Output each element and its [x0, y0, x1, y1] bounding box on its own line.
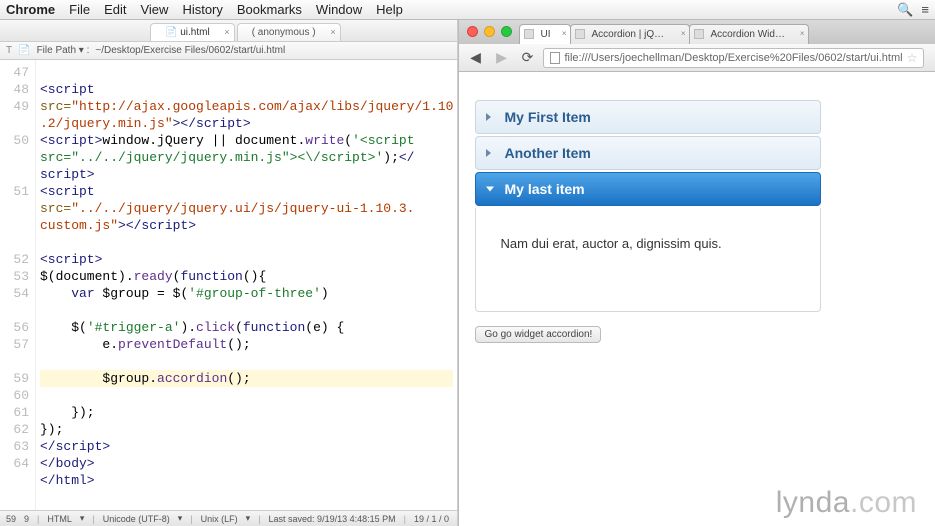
accordion-title: Another Item: [504, 145, 590, 161]
chrome-tab-label: Accordion | jQuery UI: [591, 29, 686, 40]
status-lang[interactable]: HTML: [47, 514, 72, 524]
reload-button[interactable]: ⟳: [517, 49, 537, 67]
chrome-tab-label: UI: [540, 29, 550, 40]
editor-tabs: 📄 ui.html × ( anonymous ) ×: [0, 20, 457, 42]
forward-button[interactable]: ▶: [491, 49, 511, 67]
accordion-header-2[interactable]: Another Item: [475, 136, 821, 170]
window-zoom-button[interactable]: [501, 26, 512, 37]
chevron-right-icon: [486, 149, 491, 157]
watermark-suffix: .com: [850, 486, 917, 519]
chrome-tab-accordion-jqueryui[interactable]: Accordion | jQuery UI ×: [570, 24, 690, 44]
status-lineend[interactable]: Unix (LF): [201, 514, 238, 524]
filepath-bar: T 📄 File Path ▾ : ~/Desktop/Exercise Fil…: [0, 42, 457, 60]
close-icon[interactable]: ×: [224, 27, 229, 37]
trigger-accordion-button[interactable]: Go go widget accordion!: [475, 326, 601, 343]
menu-file[interactable]: File: [69, 2, 90, 17]
status-pos: 19 / 1 / 0: [414, 514, 449, 524]
browser-toolbar: ◀ ▶ ⟳ file:///Users/joechellman/Desktop/…: [459, 44, 935, 72]
accordion-panel: Nam dui erat, auctor a, dignissim quis.: [475, 208, 821, 312]
url-text: file:///Users/joechellman/Desktop/Exerci…: [564, 52, 902, 64]
status-saved: Last saved: 9/19/13 4:48:15 PM: [269, 514, 396, 524]
editor-tab-label: ( anonymous ): [252, 27, 316, 38]
accordion-title: My First Item: [504, 109, 590, 125]
close-icon[interactable]: ×: [800, 29, 805, 38]
page-icon: [550, 52, 560, 64]
window-traffic-lights: [467, 26, 512, 37]
chrome-tab-ui[interactable]: UI ×: [519, 24, 571, 44]
close-icon[interactable]: ×: [330, 27, 335, 37]
accordion-content-text: Nam dui erat, auctor a, dignissim quis.: [500, 236, 721, 251]
status-col: 9: [24, 514, 29, 524]
file-icon: 📄: [18, 45, 30, 56]
window-minimize-button[interactable]: [484, 26, 495, 37]
menu-bookmarks[interactable]: Bookmarks: [237, 2, 302, 17]
chrome-tab-accordion-widget[interactable]: Accordion Widget | jQ… ×: [689, 24, 809, 44]
chrome-tab-label: Accordion Widget | jQ…: [710, 29, 809, 40]
accordion-title: My last item: [504, 181, 584, 197]
chrome-tabs: UI × Accordion | jQuery UI × Accordion W…: [459, 20, 935, 44]
editor-tab-label: ui.html: [180, 27, 209, 38]
status-line: 59: [6, 514, 16, 524]
accordion-widget: My First Item Another Item My last item …: [475, 100, 821, 312]
menu-history[interactable]: History: [182, 2, 222, 17]
code-content[interactable]: <script src="http://ajax.googleapis.com/…: [36, 60, 457, 510]
close-icon[interactable]: ×: [562, 29, 567, 38]
bookmark-star-icon[interactable]: ☆: [907, 51, 918, 65]
menu-edit[interactable]: Edit: [104, 2, 126, 17]
accordion-header-1[interactable]: My First Item: [475, 100, 821, 134]
url-bar[interactable]: file:///Users/joechellman/Desktop/Exerci…: [543, 48, 924, 68]
app-name[interactable]: Chrome: [6, 2, 55, 17]
favicon-icon: [575, 29, 585, 39]
editor-tab-uihtml[interactable]: 📄 ui.html ×: [150, 23, 235, 41]
menu-view[interactable]: View: [140, 2, 168, 17]
line-gutter: 4748495051 5253545657596061626364: [0, 60, 36, 510]
close-icon[interactable]: ×: [681, 29, 686, 38]
code-editor-pane: 📄 ui.html × ( anonymous ) × T 📄 File Pat…: [0, 20, 458, 526]
mac-menubar: Chrome File Edit View History Bookmarks …: [0, 0, 935, 20]
favicon-icon: [694, 29, 704, 39]
window-close-button[interactable]: [467, 26, 478, 37]
menu-help[interactable]: Help: [376, 2, 403, 17]
status-encoding[interactable]: Unicode (UTF-8): [103, 514, 170, 524]
menu-extra-icon[interactable]: ≡: [921, 2, 929, 18]
search-icon[interactable]: 🔍: [897, 2, 913, 18]
editor-tab-anonymous[interactable]: ( anonymous ) ×: [237, 23, 341, 41]
filepath-label[interactable]: File Path ▾ :: [37, 45, 90, 56]
favicon-icon: [524, 29, 534, 39]
chevron-down-icon: [486, 187, 494, 192]
lynda-watermark: lynda.com: [776, 486, 917, 520]
menu-window[interactable]: Window: [316, 2, 362, 17]
watermark-brand: lynda: [776, 486, 850, 519]
filepath-text: ~/Desktop/Exercise Files/0602/start/ui.h…: [95, 45, 285, 56]
browser-window: UI × Accordion | jQuery UI × Accordion W…: [458, 20, 935, 526]
back-button[interactable]: ◀: [465, 49, 485, 67]
page-content: My First Item Another Item My last item …: [459, 72, 935, 526]
chevron-right-icon: [486, 113, 491, 121]
accordion-header-3[interactable]: My last item: [475, 172, 821, 206]
text-tool-icon[interactable]: T: [6, 45, 12, 56]
editor-statusbar: 59 9 | HTML ▾ | Unicode (UTF-8) ▾ | Unix…: [0, 510, 457, 526]
chrome-menu-button[interactable]: ≡: [930, 50, 935, 66]
code-area[interactable]: 4748495051 5253545657596061626364 <scrip…: [0, 60, 457, 510]
